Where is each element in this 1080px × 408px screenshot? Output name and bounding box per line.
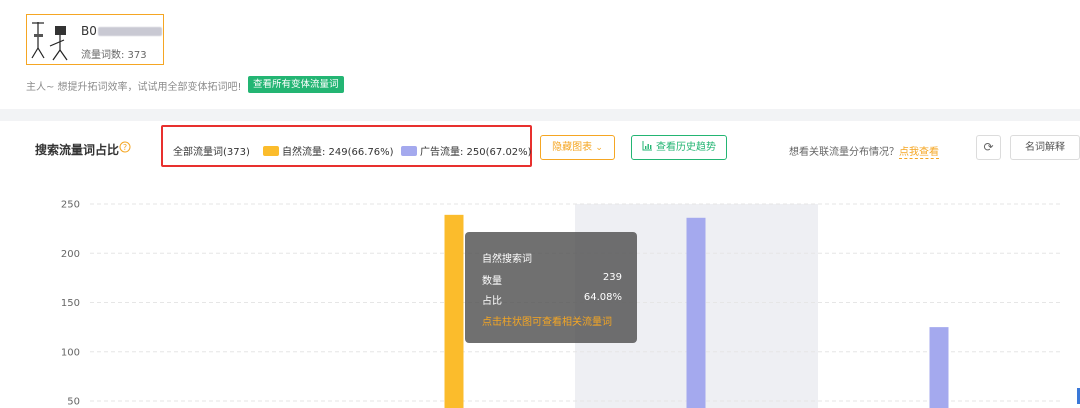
legend-ad-label: 广告流量: 250(67.02%) [420, 147, 532, 158]
svg-text:?: ? [123, 143, 127, 152]
tooltip-ratio-row: 占比 64.08% [482, 292, 622, 307]
hide-chart-button[interactable]: 隐藏图表 ⌄ [540, 135, 615, 160]
natural-swatch-icon [263, 146, 279, 156]
tooltip-title: 自然搜索词 [482, 254, 532, 265]
y-tick-label: 50 [67, 397, 80, 408]
bar[interactable] [444, 214, 464, 408]
glossary-button[interactable]: 名词解释 [1010, 135, 1080, 160]
tooltip-count-value: 239 [602, 272, 622, 283]
section-title: 搜索流量词占比 [35, 143, 120, 157]
legend-ad[interactable]: 广告流量: 250(67.02%) [401, 143, 532, 158]
ad-swatch-icon [401, 146, 417, 156]
tooltip-count-label: 数量 [482, 276, 502, 287]
legend-natural-label: 自然流量: 249(66.76%) [282, 147, 394, 158]
tooltip-hint: 点击柱状图可查看相关流量词 [482, 317, 612, 328]
related-traffic-prompt: 想看关联流量分布情况？点我查看 [789, 147, 939, 159]
refresh-button[interactable]: ⟳ [976, 135, 1001, 160]
product-card[interactable]: B0 流量词数: 373 [26, 14, 164, 65]
section-divider [0, 109, 1080, 121]
y-tick-label: 250 [61, 200, 80, 211]
history-trend-label: 查看历史趋势 [656, 142, 716, 153]
history-trend-button[interactable]: 查看历史趋势 [631, 135, 727, 160]
y-tick-label: 200 [61, 249, 80, 260]
tooltip-ratio-value: 64.08% [583, 292, 622, 303]
tooltip-count-row: 数量 239 [482, 272, 622, 287]
bar[interactable] [686, 217, 706, 408]
related-traffic-link[interactable]: 点我查看 [899, 147, 939, 159]
bar[interactable] [929, 327, 949, 408]
product-asin: B0 [81, 24, 162, 38]
y-tick-label: 150 [61, 298, 80, 309]
chevron-down-icon: ⌄ [595, 143, 603, 153]
legend-natural[interactable]: 自然流量: 249(66.76%) [263, 143, 394, 158]
tooltip-ratio-label: 占比 [482, 296, 502, 307]
chart-icon [642, 141, 652, 151]
view-all-variants-button[interactable]: 查看所有变体流量词 [248, 76, 344, 93]
tip-text: 主人~ 想提升拓词效率，试试用全部变体拓词吧! [26, 82, 242, 93]
refresh-icon: ⟳ [983, 140, 994, 154]
hide-chart-label: 隐藏图表 [552, 142, 593, 153]
product-word-count: 流量词数: 373 [81, 50, 147, 61]
legend-all[interactable]: 全部流量词(373) [173, 143, 250, 158]
y-tick-label: 100 [61, 347, 80, 358]
chart-tooltip: 自然搜索词 数量 239 占比 64.08% 点击柱状图可查看相关流量词 [465, 232, 637, 343]
product-image [31, 22, 68, 61]
help-icon[interactable]: ? [119, 141, 131, 153]
